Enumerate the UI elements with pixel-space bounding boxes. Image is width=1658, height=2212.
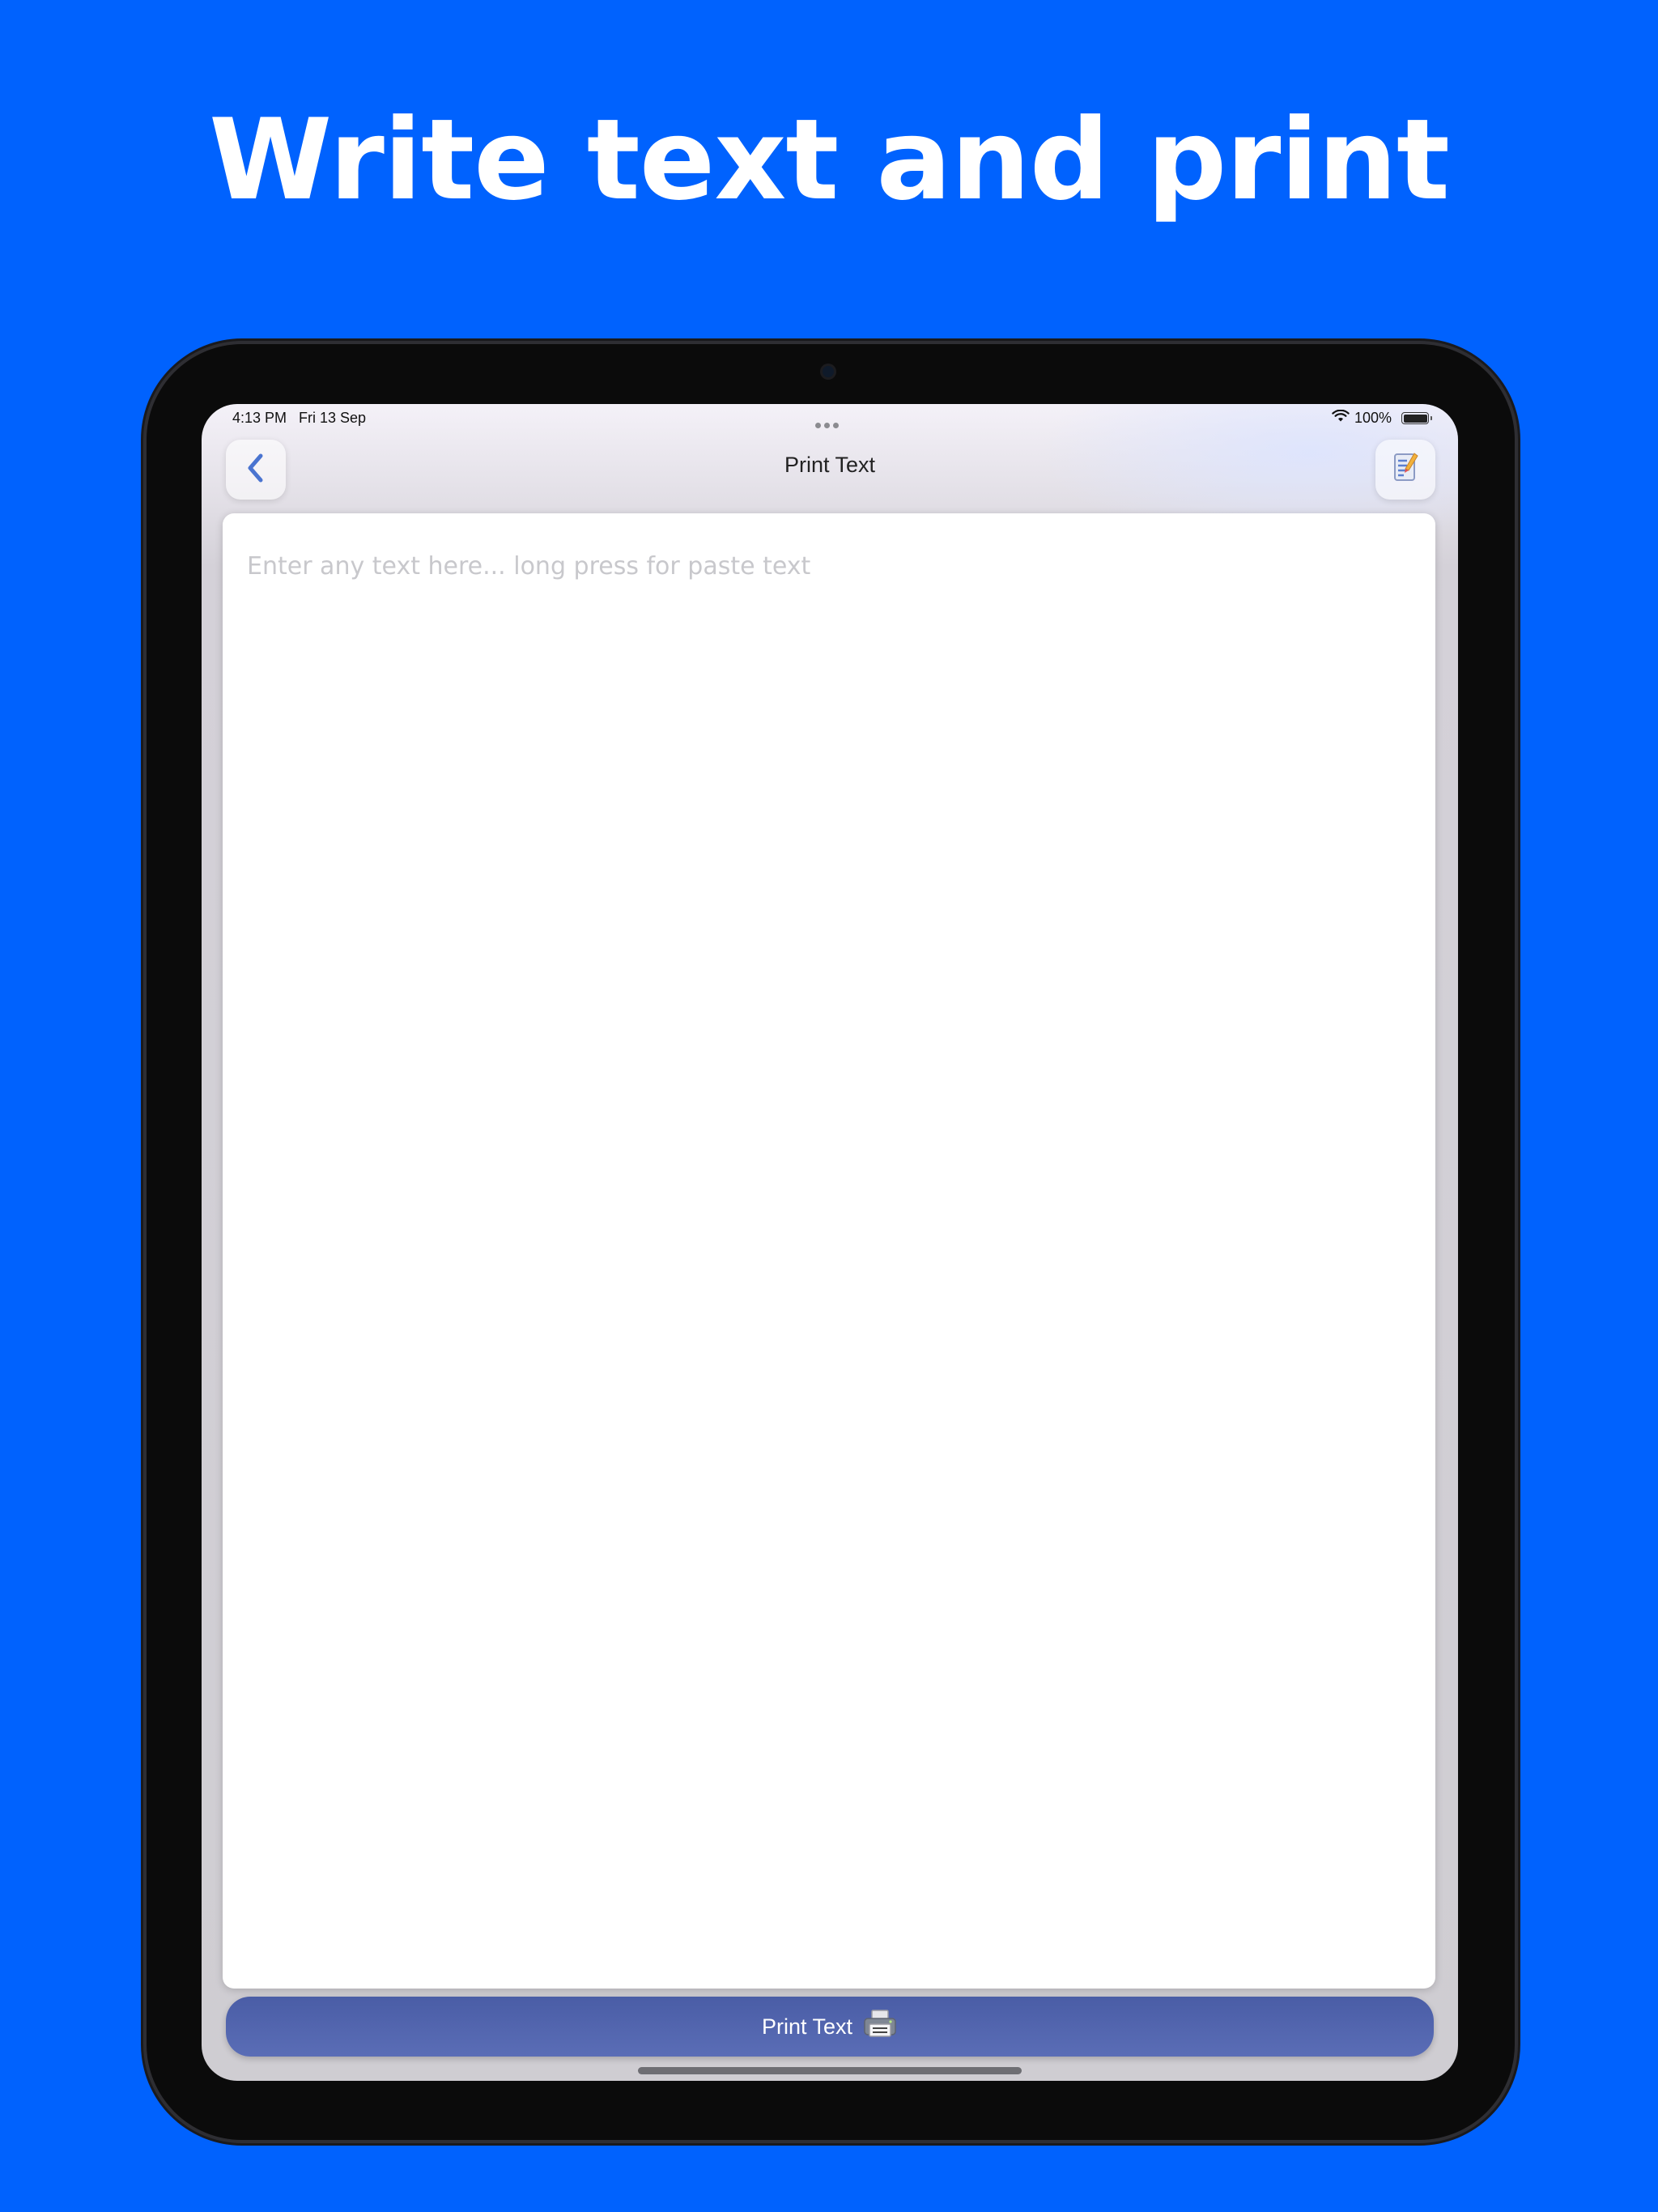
editor-placeholder: Enter any text here... long press for pa… xyxy=(247,552,811,581)
status-date: Fri 13 Sep xyxy=(299,410,367,426)
multitasking-dots[interactable] xyxy=(815,415,844,428)
status-bar: 4:13 PM Fri 13 Sep 100% xyxy=(202,404,1458,433)
notes-button[interactable] xyxy=(1375,440,1435,500)
headline: Write text and print xyxy=(209,95,1450,225)
battery-icon xyxy=(1401,412,1432,424)
status-time: 4:13 PM xyxy=(232,410,287,426)
print-button-label: Print Text xyxy=(761,2014,853,2039)
tablet-device: 4:13 PM Fri 13 Sep 100% Print Text Enter… xyxy=(147,344,1515,2140)
notes-pencil-icon xyxy=(1391,451,1420,488)
battery-percent: 100% xyxy=(1354,410,1392,426)
status-right-group: 100% xyxy=(1332,409,1432,427)
front-camera xyxy=(823,366,834,377)
printer-icon xyxy=(862,2009,898,2044)
app-screen: 4:13 PM Fri 13 Sep 100% Print Text Enter… xyxy=(202,404,1458,2081)
home-indicator[interactable] xyxy=(638,2067,1022,2074)
navigation-bar: Print Text xyxy=(202,433,1458,506)
wifi-icon xyxy=(1332,409,1350,427)
text-editor[interactable]: Enter any text here... long press for pa… xyxy=(223,513,1435,1989)
print-text-button[interactable]: Print Text xyxy=(226,1997,1434,2057)
page-title: Print Text xyxy=(784,453,876,477)
